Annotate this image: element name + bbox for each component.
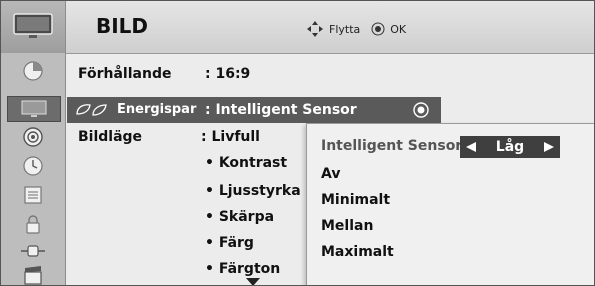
audio-icon xyxy=(23,127,43,147)
clock-icon xyxy=(23,156,43,176)
sensor-level-value: Låg xyxy=(495,139,525,155)
navigation-hint: Flytta OK xyxy=(306,20,406,38)
aspect-ratio-value: : 16:9 xyxy=(205,66,251,82)
menu-media-item[interactable] xyxy=(9,263,57,285)
energy-saving-value: : Intelligent Sensor xyxy=(205,102,357,118)
contrast-item[interactable]: • Kontrast xyxy=(205,155,287,171)
option-medium[interactable]: Mellan xyxy=(321,218,373,234)
tv-icon-cell xyxy=(1,1,65,53)
option-off[interactable]: Av xyxy=(321,166,340,182)
eco-leaf-icon xyxy=(76,104,107,116)
arrow-left-icon[interactable] xyxy=(466,142,476,152)
menu-header: BILD Flytta OK xyxy=(66,1,594,54)
energy-saving-label: Energispar xyxy=(117,102,197,117)
media-icon xyxy=(24,266,42,285)
aspect-ratio-label[interactable]: Förhållande xyxy=(78,66,171,82)
menu-lock-item[interactable] xyxy=(9,212,57,236)
menu-audio-item[interactable] xyxy=(9,125,57,149)
picture-settings-icon xyxy=(23,61,43,81)
picture-icon xyxy=(21,100,47,117)
popup-title: Intelligent Sensor xyxy=(321,138,463,154)
option-maximal[interactable]: Maximalt xyxy=(321,244,394,260)
menu-input-item[interactable] xyxy=(9,239,57,263)
ok-button-icon xyxy=(371,22,385,36)
brightness-item[interactable]: • Ljusstyrka xyxy=(205,183,301,199)
menu-time-item[interactable] xyxy=(9,154,57,178)
option-icon xyxy=(24,186,42,204)
move-hint-label: Flytta xyxy=(329,22,361,36)
intelligent-sensor-popup: Intelligent Sensor Låg Av Minimalt Mella… xyxy=(306,123,594,285)
ok-hint-label: OK xyxy=(390,22,407,36)
picture-mode-label[interactable]: Bildläge xyxy=(78,129,142,145)
energy-saving-row[interactable]: Energispar : Intelligent Sensor xyxy=(67,97,441,123)
tint-item[interactable]: • Färgton xyxy=(205,261,280,277)
menu-picture-settings-item[interactable] xyxy=(9,59,57,83)
picture-mode-value: : Livfull xyxy=(201,129,260,145)
menu-picture-item[interactable] xyxy=(7,96,61,122)
page-title: BILD xyxy=(96,14,149,38)
arrow-right-icon[interactable] xyxy=(543,142,554,152)
sharpness-item[interactable]: • Skärpa xyxy=(205,209,274,225)
option-minimal[interactable]: Minimalt xyxy=(321,192,390,208)
dpad-arrows-icon xyxy=(307,21,323,37)
scroll-down-arrow-icon[interactable] xyxy=(246,278,260,286)
menu-option-item[interactable] xyxy=(9,183,57,207)
color-item[interactable]: • Färg xyxy=(205,235,254,251)
ok-select-icon xyxy=(413,102,429,118)
sensor-level-selector[interactable]: Låg xyxy=(460,136,560,158)
lock-icon xyxy=(26,215,40,234)
input-icon xyxy=(21,245,45,257)
menu-icon-column xyxy=(1,1,66,285)
osd-menu: BILD Flytta OK Förhållande : 16:9 Energi… xyxy=(0,0,595,286)
tv-icon xyxy=(13,13,53,38)
